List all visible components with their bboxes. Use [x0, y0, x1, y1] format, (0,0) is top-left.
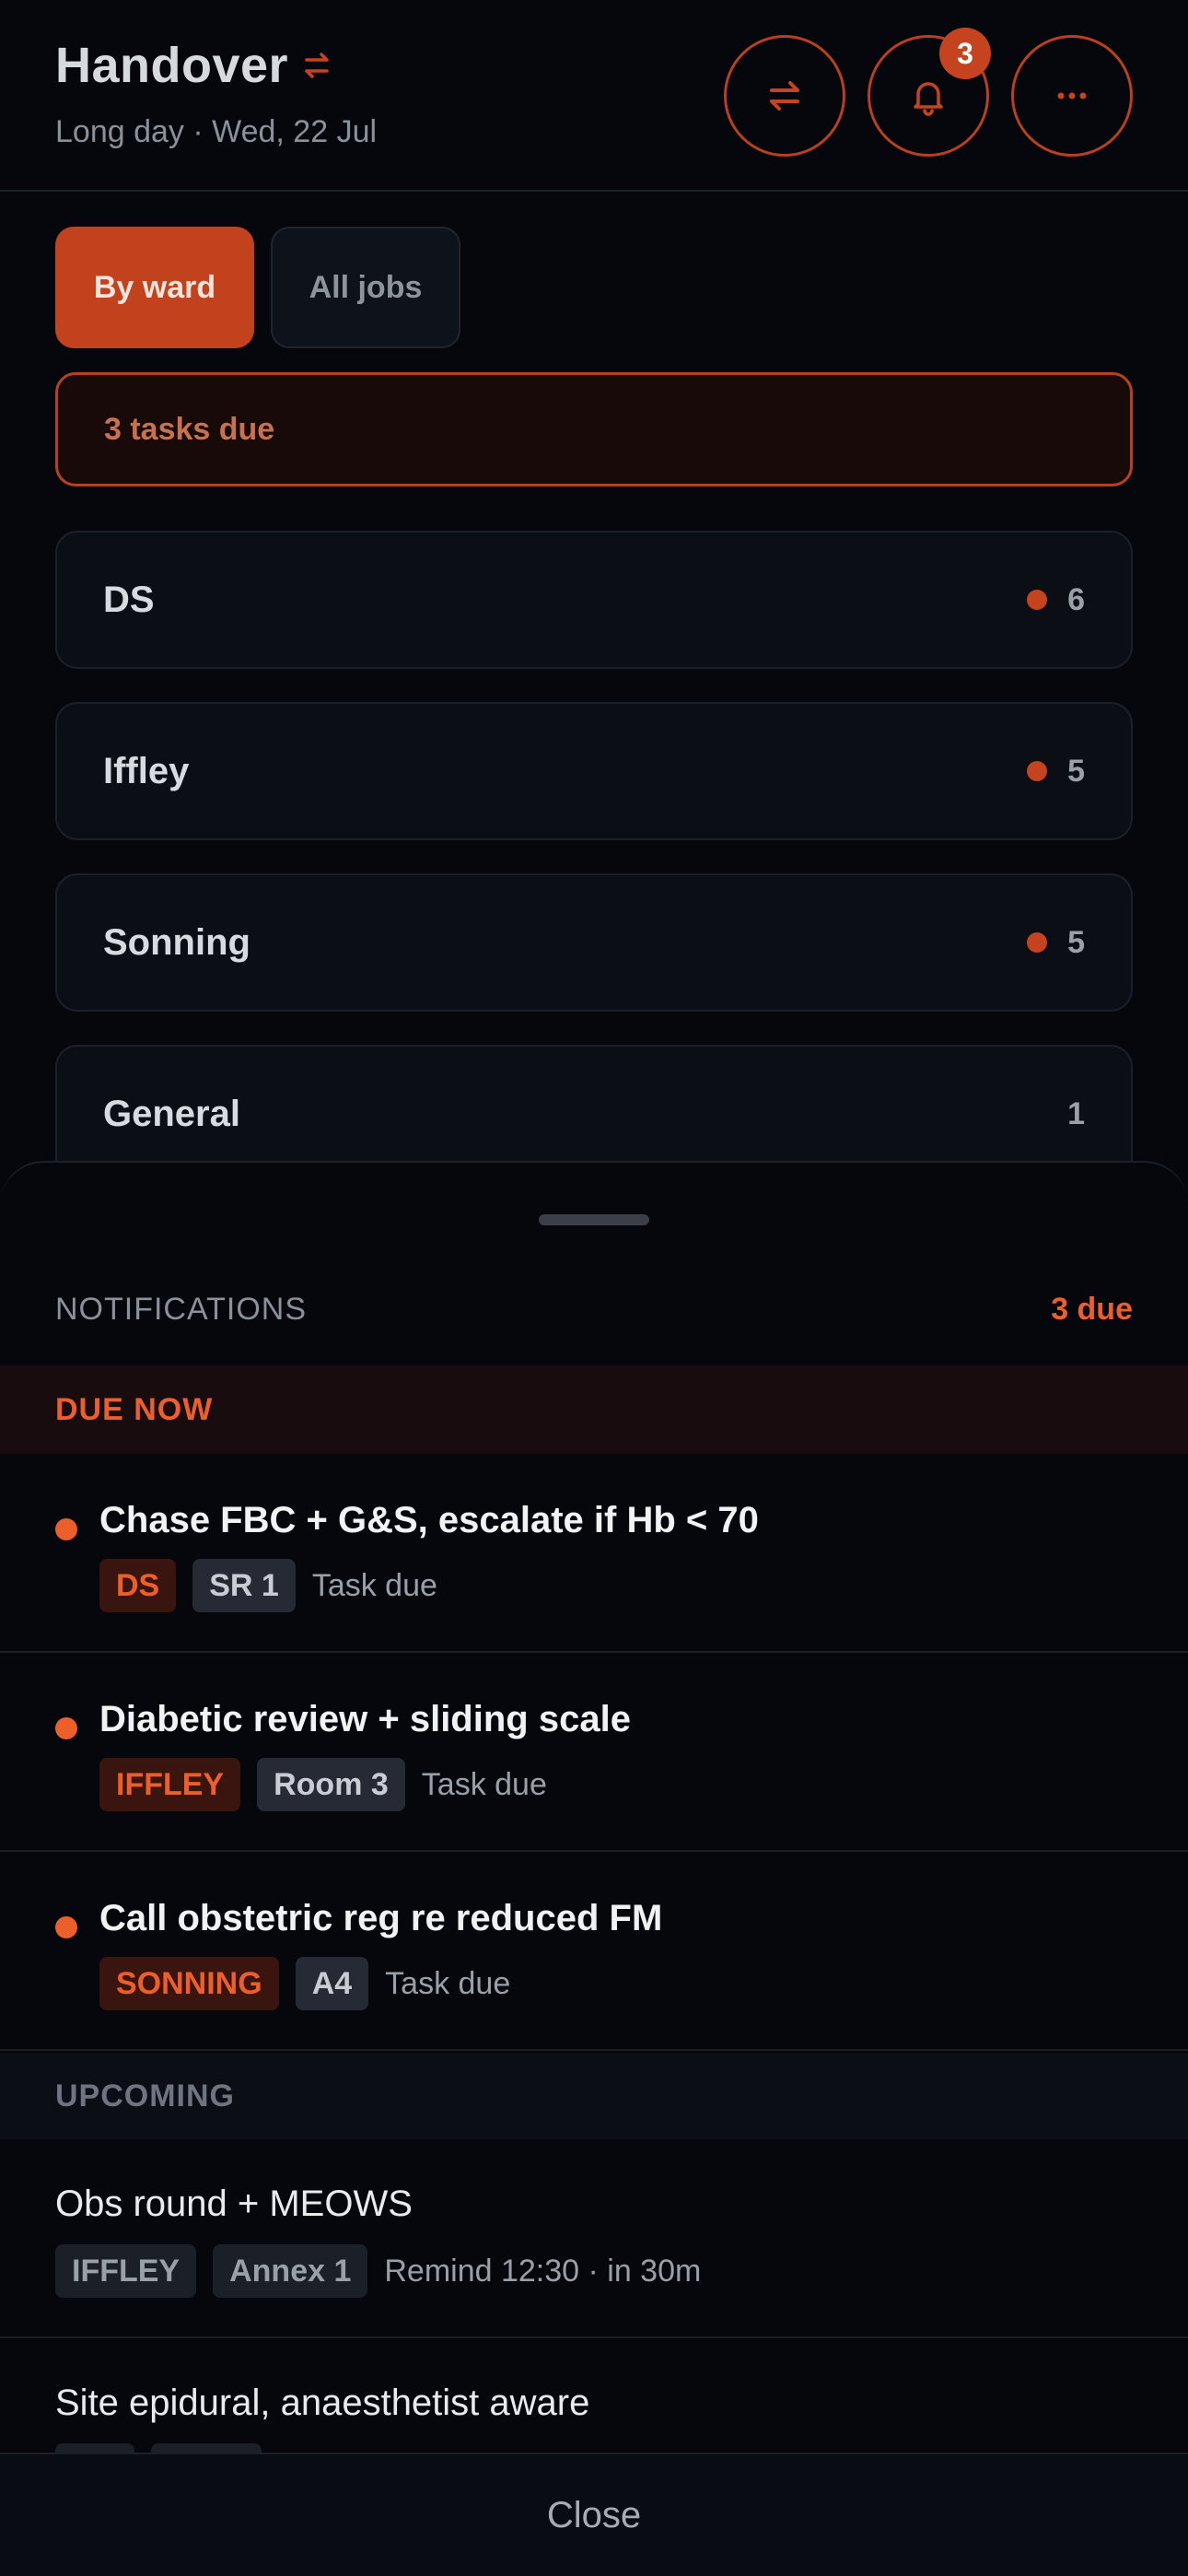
- reminder-text: Remind 12:30 · in 30m: [384, 2253, 702, 2289]
- due-dot-icon: [55, 1518, 77, 1540]
- due-summary: 3 due: [1051, 1292, 1133, 1327]
- notification-title: Chase FBC + G&S, escalate if Hb < 70: [99, 1500, 759, 1540]
- notification-tags: SONNING A4 Task due: [99, 1957, 510, 2010]
- status-text: Task due: [311, 1567, 437, 1603]
- ward-name: General: [103, 1093, 240, 1134]
- upcoming-item[interactable]: Obs round + MEOWS IFFLEY Annex 1 Remind …: [0, 2139, 1188, 2338]
- notification-title: Diabetic review + sliding scale: [99, 1699, 631, 1739]
- app-header: Handover Long day · Wed, 22 Jul 3: [0, 0, 1188, 192]
- due-dot-icon: [55, 1717, 77, 1739]
- sheet-header: NOTIFICATIONS 3 due: [55, 1292, 1133, 1328]
- ward-count: 6: [1027, 582, 1085, 618]
- room-tag: SR 1: [192, 1559, 296, 1612]
- ward-count: 5: [1027, 754, 1085, 790]
- notification-title: Call obstetric reg re reduced FM: [99, 1898, 663, 1938]
- due-dot-icon: [1027, 932, 1048, 953]
- ward-count-value: 5: [1067, 753, 1085, 789]
- room-tag: Room 3: [257, 1758, 405, 1811]
- room-tag: A4: [295, 1957, 369, 2010]
- ward-tag: IFFLEY: [55, 2244, 197, 2298]
- section-upcoming: UPCOMING: [0, 2053, 1188, 2139]
- due-dot-icon: [55, 1916, 77, 1938]
- ward-name: Sonning: [103, 921, 250, 963]
- status-text: Task due: [385, 1965, 511, 2001]
- upcoming-title: Obs round + MEOWS: [55, 2184, 413, 2224]
- upcoming-title: Site epidural, anaesthetist aware: [55, 2383, 590, 2423]
- bell-icon: [914, 82, 943, 116]
- upcoming-tags: IFFLEY Annex 1 Remind 12:30 · in 30m: [55, 2244, 701, 2298]
- notification-count-badge: 3: [939, 28, 991, 79]
- swap-shift-button[interactable]: [724, 35, 845, 157]
- room-tag: Annex 1: [213, 2244, 368, 2298]
- close-button[interactable]: Close: [0, 2453, 1188, 2576]
- ward-count-value: 5: [1067, 924, 1085, 960]
- notification-item[interactable]: Call obstetric reg re reduced FM SONNING…: [0, 1852, 1188, 2051]
- notification-item[interactable]: Chase FBC + G&S, escalate if Hb < 70 DS …: [0, 1454, 1188, 1653]
- handover-screen: Handover Long day · Wed, 22 Jul 3 By war…: [0, 0, 1188, 2576]
- tab-by-ward[interactable]: By ward: [55, 227, 254, 348]
- ward-count: 5: [1027, 925, 1085, 961]
- ward-count-value: 6: [1067, 581, 1085, 617]
- page-title: Handover: [55, 38, 289, 93]
- ward-row-sonning[interactable]: Sonning 5: [55, 873, 1133, 1012]
- due-dot-icon: [1027, 761, 1048, 781]
- shift-subtitle: Long day · Wed, 22 Jul: [55, 114, 378, 149]
- swap-arrows-icon: [305, 53, 329, 78]
- status-text: Task due: [421, 1766, 547, 1802]
- tab-all-jobs[interactable]: All jobs: [271, 227, 460, 348]
- notification-tags: IFFLEY Room 3 Task due: [99, 1758, 547, 1811]
- ward-tag: IFFLEY: [99, 1758, 241, 1811]
- due-dot-icon: [1027, 590, 1048, 610]
- section-due-now: DUE NOW: [0, 1365, 1188, 1454]
- ward-count-value: 1: [1067, 1095, 1085, 1131]
- ward-count: 1: [1067, 1096, 1085, 1132]
- sheet-title: NOTIFICATIONS: [55, 1292, 308, 1327]
- ward-row-ds[interactable]: DS 6: [55, 531, 1133, 669]
- more-options-button[interactable]: [1011, 35, 1133, 157]
- ward-tag: SONNING: [99, 1957, 279, 2010]
- ward-row-iffley[interactable]: Iffley 5: [55, 702, 1133, 840]
- swap-arrows-icon: [770, 81, 799, 111]
- ward-tag: DS: [99, 1559, 177, 1612]
- ward-name: Iffley: [103, 750, 190, 791]
- more-dots-icon: [1057, 92, 1087, 100]
- title-row: Handover: [55, 37, 331, 94]
- notification-tags: DS SR 1 Task due: [99, 1559, 437, 1612]
- tasks-due-banner[interactable]: 3 tasks due: [55, 372, 1133, 486]
- ward-name: DS: [103, 579, 155, 620]
- sheet-grabber-handle[interactable]: [539, 1214, 649, 1225]
- notifications-sheet: NOTIFICATIONS 3 due DUE NOW Chase FBC + …: [0, 1161, 1188, 2576]
- notification-item[interactable]: Diabetic review + sliding scale IFFLEY R…: [0, 1653, 1188, 1852]
